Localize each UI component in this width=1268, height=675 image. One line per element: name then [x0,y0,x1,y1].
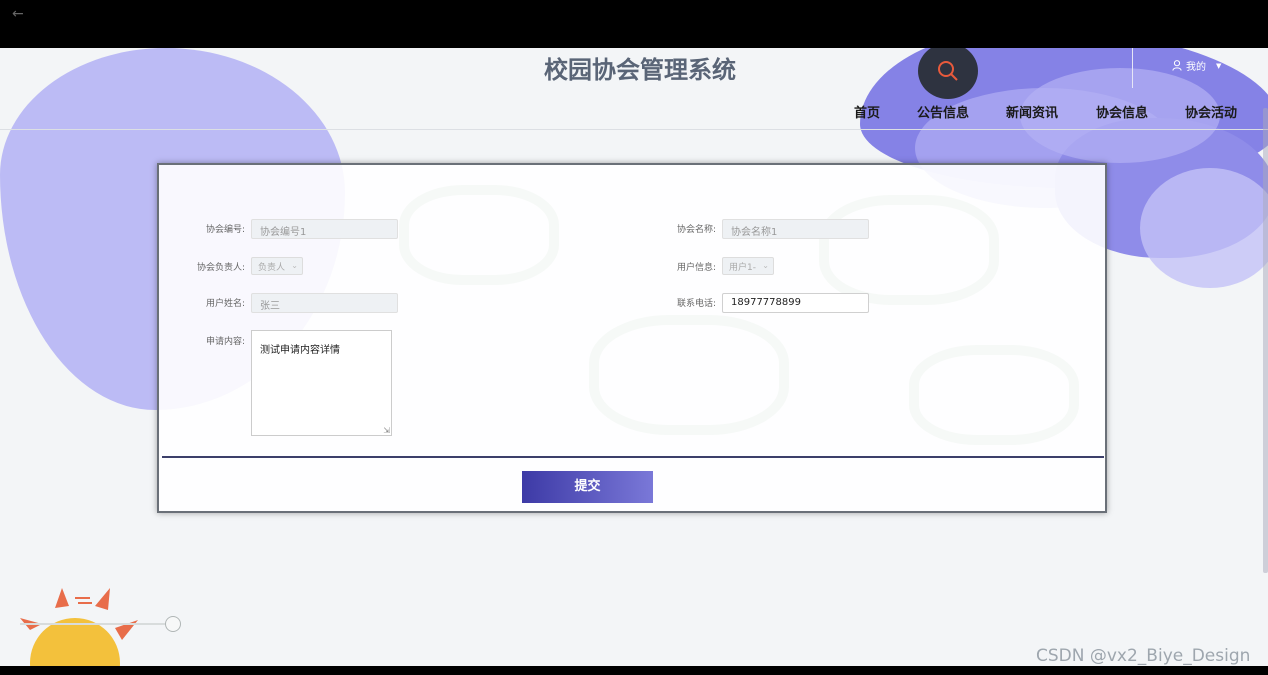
chevron-down-icon: ⌄ [291,261,298,270]
association-name-label: 协会名称: [676,225,716,235]
application-form: 协会编号: 协会编号1 协会名称: 协会名称1 协会负责人: 负责人 ⌄ 用户信… [157,163,1107,513]
application-content-text: 测试申请内容详情 [260,345,340,356]
leader-label: 协会负责人: [196,263,245,273]
nav-associations[interactable]: 协会信息 [1096,102,1148,121]
leader-select-value: 负责人 [258,263,286,273]
progress-knob[interactable] [165,616,181,632]
header-divider [0,129,1268,130]
nav-news[interactable]: 新闻资讯 [1006,102,1058,121]
page: 校园协会管理系统 我的 ▼ 首页 公告信息 新闻资讯 协会信息 协会活动 协会编… [0,48,1268,668]
application-content-textarea[interactable]: 测试申请内容详情 ⇲ [251,330,392,436]
user-name-field[interactable]: 张三 [251,293,398,313]
browser-top-bar: ← [0,0,1268,48]
chevron-down-icon: ▼ [1216,61,1222,70]
resize-handle-icon[interactable]: ⇲ [383,426,390,435]
user-info-select[interactable]: 用户1- ⌄ [722,257,774,275]
user-icon [1172,60,1182,71]
user-name-label: 用户姓名: [205,299,245,309]
csdn-watermark: CSDN @vx2_Biye_Design [1036,646,1251,666]
browser-bottom-bar [0,666,1268,675]
phone-field[interactable]: 18977778899 [722,293,869,313]
association-id-field[interactable]: 协会编号1 [251,219,398,239]
header-vertical-divider [1132,48,1133,88]
user-menu[interactable]: 我的 ▼ [1172,58,1221,73]
user-menu-label: 我的 [1186,62,1206,73]
page-scrollbar[interactable] [1263,108,1268,573]
watermark-pattern [909,345,1079,445]
search-icon [938,61,958,81]
back-arrow-icon[interactable]: ← [12,6,24,22]
association-id-label: 协会编号: [205,225,245,235]
phone-label: 联系电话: [676,299,716,309]
decorative-blob-right-4 [1140,168,1268,288]
nav-home[interactable]: 首页 [854,102,880,121]
site-title: 校园协会管理系统 [544,56,736,84]
chevron-down-icon: ⌄ [762,261,769,270]
submit-button[interactable]: 提交 [522,471,653,503]
nav-announcements[interactable]: 公告信息 [917,102,969,121]
application-content-label: 申请内容: [205,337,245,347]
user-info-label: 用户信息: [676,263,716,273]
association-name-field[interactable]: 协会名称1 [722,219,869,239]
leader-select[interactable]: 负责人 ⌄ [251,257,303,275]
user-info-select-value: 用户1- [729,263,756,273]
nav-activities[interactable]: 协会活动 [1185,102,1237,121]
sun-icon [20,588,138,668]
watermark-pattern [399,185,559,285]
watermark-pattern [819,195,999,305]
watermark-pattern [589,315,789,435]
progress-track [20,623,172,625]
form-divider [162,456,1104,458]
